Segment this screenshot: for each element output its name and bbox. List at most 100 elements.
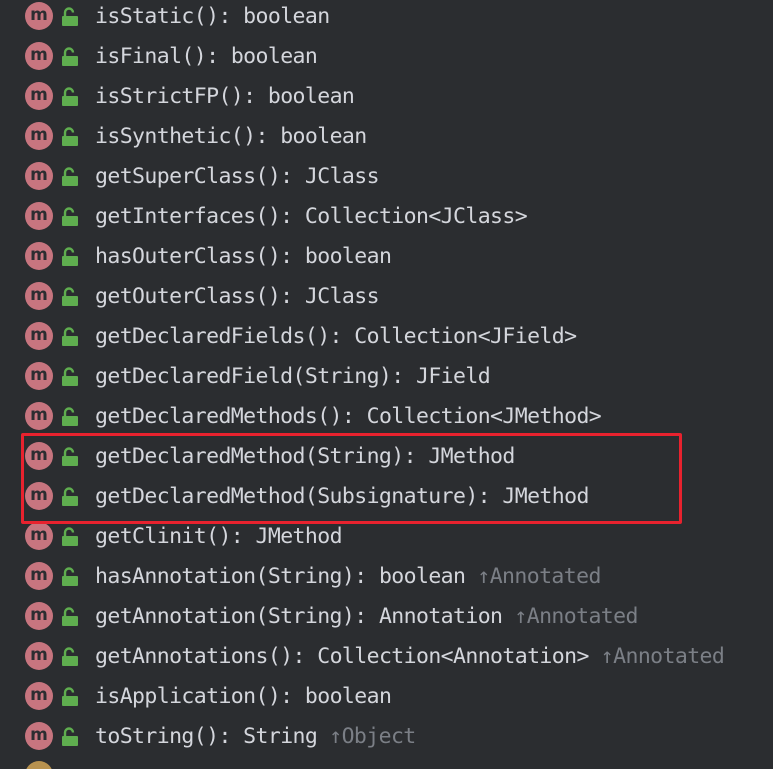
list-item[interactable]: m getDeclaredMethods(): Collection<JMeth… — [0, 397, 773, 437]
public-lock-icon — [62, 47, 78, 66]
method-name: getDeclaredField(String) — [95, 364, 392, 389]
public-lock-icon — [62, 367, 78, 386]
method-name: getOuterClass() — [95, 284, 281, 309]
return-type: boolean — [378, 564, 466, 589]
list-item[interactable]: m isSynthetic(): boolean — [0, 117, 773, 157]
return-type: Annotation — [378, 604, 503, 629]
method-signature: getOuterClass(): JClass — [95, 284, 380, 309]
method-name: isStatic() — [95, 4, 219, 29]
list-item[interactable]: m getAnnotations(): Collection<Annotatio… — [0, 637, 773, 677]
partial-list-item[interactable] — [0, 757, 773, 769]
list-item[interactable]: m hasAnnotation(String): boolean ↑Annotat… — [0, 557, 773, 597]
return-type: Collection<Annotation> — [317, 644, 589, 669]
list-item[interactable]: m hasOuterClass(): boolean — [0, 237, 773, 277]
method-name: getDeclaredFields() — [95, 324, 330, 349]
method-name: isFinal() — [95, 44, 207, 69]
method-m-icon: m — [25, 322, 53, 350]
method-name: toString() — [95, 724, 219, 749]
return-type: JClass — [304, 284, 380, 309]
list-item[interactable]: m toString(): String ↑Object — [0, 717, 773, 757]
method-signature: getAnnotation(String): Annotation ↑Annota… — [95, 604, 638, 629]
method-signature: getAnnotations(): Collection<Annotation>… — [95, 644, 725, 669]
method-signature: hasAnnotation(String): boolean ↑Annotated — [95, 564, 601, 589]
highlight-annotation-box — [21, 433, 682, 524]
public-lock-icon — [62, 247, 78, 266]
inherited-from: ↑Annotated — [600, 644, 725, 669]
return-type: JClass — [304, 164, 380, 189]
list-item[interactable]: m isApplication(): boolean — [0, 677, 773, 717]
method-signature: isFinal(): boolean — [95, 44, 318, 69]
method-m-icon: m — [25, 282, 53, 310]
method-m-icon: m — [25, 602, 53, 630]
method-name: getSuperClass() — [95, 164, 281, 189]
inherited-from: ↑Annotated — [477, 564, 601, 589]
return-type: boolean — [280, 124, 367, 149]
public-lock-icon — [62, 647, 78, 666]
list-item[interactable]: m getDeclaredField(String): JField — [0, 357, 773, 397]
method-name: getInterfaces() — [95, 204, 281, 229]
method-signature: getDeclaredField(String): JField — [95, 364, 491, 389]
list-item[interactable]: m isFinal(): boolean — [0, 37, 773, 77]
method-signature: getSuperClass(): JClass — [95, 164, 380, 189]
method-m-icon: m — [25, 402, 53, 430]
method-m-icon: m — [25, 522, 53, 550]
method-signature: getDeclaredFields(): Collection<JField> — [95, 324, 577, 349]
return-type: Collection<JMethod> — [366, 404, 602, 429]
list-item[interactable]: m getAnnotation(String): Annotation ↑Anno… — [0, 597, 773, 637]
method-signature: isStatic(): boolean — [95, 4, 330, 29]
structure-member-list: m isStatic(): boolean m isFinal(): boole… — [0, 0, 773, 769]
method-m-icon: m — [25, 682, 53, 710]
method-name: hasOuterClass() — [95, 244, 281, 269]
method-m-icon: m — [25, 562, 53, 590]
method-m-icon: m — [25, 642, 53, 670]
method-m-icon: m — [25, 362, 53, 390]
method-m-icon: m — [25, 162, 53, 190]
method-name: isApplication() — [95, 684, 281, 709]
method-signature: hasOuterClass(): boolean — [95, 244, 392, 269]
public-lock-icon — [62, 687, 78, 706]
method-signature: getClinit(): JMethod — [95, 524, 343, 549]
method-signature: getInterfaces(): Collection<JClass> — [95, 204, 528, 229]
public-lock-icon — [62, 207, 78, 226]
method-name: getDeclaredMethods() — [95, 404, 342, 429]
method-signature: isSynthetic(): boolean — [95, 124, 367, 149]
inherited-from: ↑Annotated — [514, 604, 638, 629]
return-type: boolean — [243, 4, 330, 29]
return-type: String — [243, 724, 318, 749]
method-m-icon: m — [25, 2, 53, 30]
return-type: boolean — [230, 44, 318, 69]
list-item[interactable]: m getDeclaredFields(): Collection<JField… — [0, 317, 773, 357]
public-lock-icon — [62, 727, 78, 746]
list-item[interactable]: m isStatic(): boolean — [0, 0, 773, 37]
method-name: isSynthetic() — [95, 124, 256, 149]
list-item[interactable]: m getInterfaces(): Collection<JClass> — [0, 197, 773, 237]
method-signature: isStrictFP(): boolean — [95, 84, 355, 109]
public-lock-icon — [62, 527, 78, 546]
public-lock-icon — [62, 327, 78, 346]
method-m-icon: m — [25, 42, 53, 70]
public-lock-icon — [62, 287, 78, 306]
method-signature: isApplication(): boolean — [95, 684, 392, 709]
public-lock-icon — [62, 407, 78, 426]
return-type: JField — [415, 364, 491, 389]
method-name: isStrictFP() — [95, 84, 244, 109]
method-name: getAnnotation(String) — [95, 604, 355, 629]
list-item[interactable]: m isStrictFP(): boolean — [0, 77, 773, 117]
method-m-icon: m — [25, 82, 53, 110]
method-signature: getDeclaredMethods(): Collection<JMethod… — [95, 404, 602, 429]
public-lock-icon — [62, 167, 78, 186]
return-type: boolean — [304, 244, 392, 269]
method-name: getClinit() — [95, 524, 231, 549]
list-item[interactable]: m getOuterClass(): JClass — [0, 277, 773, 317]
member-list: m isStatic(): boolean m isFinal(): boole… — [0, 0, 773, 757]
inherited-from: ↑Object — [329, 724, 416, 749]
method-signature: toString(): String ↑Object — [95, 724, 416, 749]
public-lock-icon — [62, 7, 78, 26]
list-item[interactable]: m getSuperClass(): JClass — [0, 157, 773, 197]
public-lock-icon — [62, 127, 78, 146]
method-m-icon: m — [25, 242, 53, 270]
return-type: boolean — [267, 84, 355, 109]
return-type: Collection<JClass> — [304, 204, 528, 229]
public-lock-icon — [62, 567, 78, 586]
method-m-icon: m — [25, 202, 53, 230]
